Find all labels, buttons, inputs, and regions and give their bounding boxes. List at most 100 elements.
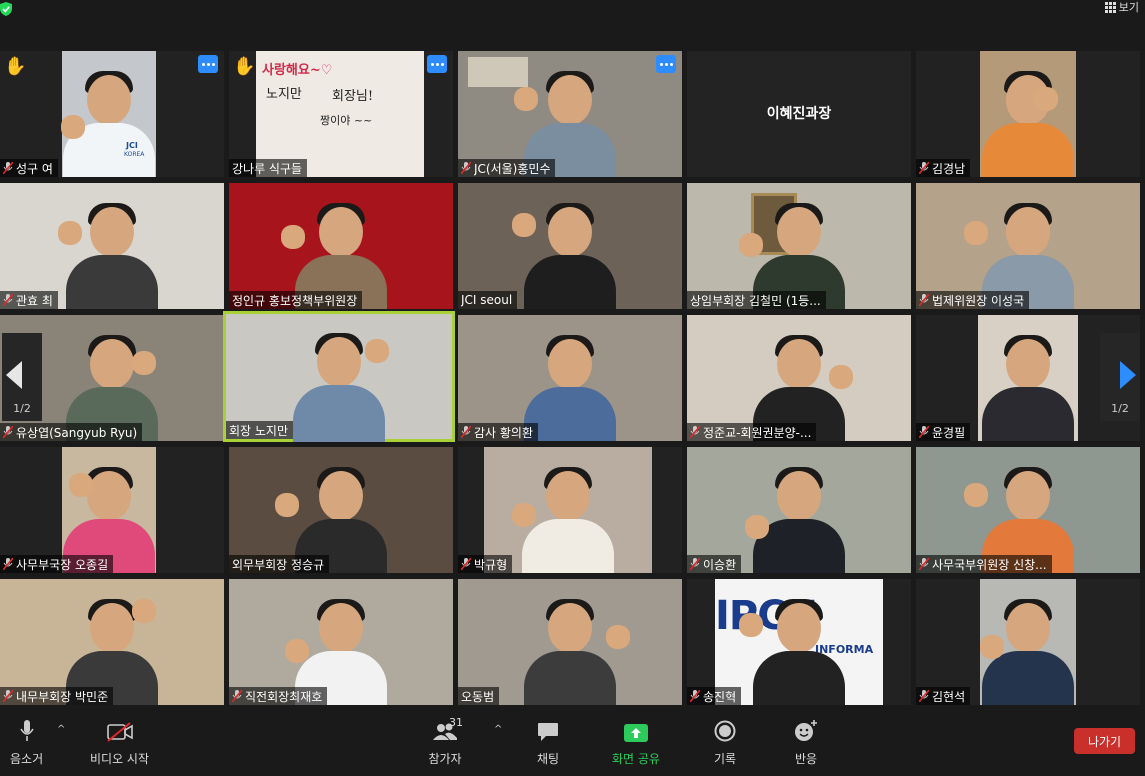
share-screen-button[interactable]: 화면 공유 [612, 718, 660, 767]
participant-name-bar: 박규형 [458, 555, 513, 573]
video-tile-placeholder[interactable]: 이혜진과장 [687, 51, 911, 177]
video-tile-22[interactable]: 오동범 [458, 579, 682, 705]
video-tile-24[interactable]: 김현석 [916, 579, 1140, 705]
participants-options-caret[interactable]: ^ [494, 724, 502, 735]
record-button[interactable]: 기록 [714, 718, 736, 767]
participant-name: 내무부회장 박민준 [16, 689, 109, 704]
participant-name-bar: 유상엽(Sangyub Ryu) [0, 423, 143, 441]
participant-name: 김경남 [932, 161, 966, 176]
raised-hand-icon: ✋ [4, 56, 27, 77]
next-page-button[interactable]: 1/2 [1100, 333, 1140, 421]
video-tile-20[interactable]: 내무부회장 박민준 [0, 579, 224, 705]
video-tile-4[interactable]: 김경남 [916, 51, 1140, 177]
mic-muted-icon [919, 162, 929, 174]
video-tile-16[interactable]: 외무부회장 정승규 [229, 447, 453, 573]
previous-page-button[interactable]: 1/2 [2, 333, 42, 421]
video-tile-21[interactable]: 직전회장최재호 [229, 579, 453, 705]
participant-name-bar: 강나루 식구들 [229, 159, 308, 177]
participant-name-bar: 정준교-회원권분양-... [687, 423, 817, 441]
mute-button[interactable]: 음소거 [10, 718, 43, 767]
participant-name-bar: 김현석 [916, 687, 971, 705]
video-tile-17[interactable]: 박규형 [458, 447, 682, 573]
participant-name: 감사 황의환 [474, 425, 534, 440]
video-tile-active-speaker[interactable]: 회장 노지만 [223, 311, 455, 442]
view-button[interactable]: 보기 [1104, 0, 1139, 14]
video-tile-5[interactable]: 관효 최 [0, 183, 224, 309]
page-indicator-left: 1/2 [13, 402, 31, 415]
top-bar: 보기 [0, 0, 1145, 40]
video-tile-6[interactable]: 정인규 홍보정책부위원장 [229, 183, 453, 309]
mic-muted-icon [690, 558, 700, 570]
participant-name: 정준교-회원권분양-... [703, 425, 812, 440]
participant-name-bar: 외무부회장 정승규 [229, 555, 330, 573]
meeting-toolbar: 음소거 ^ 비디오 시작 31 참가자 ^ 채팅 화면 공유 기록 반응 나가기 [0, 710, 1145, 776]
audio-options-caret[interactable]: ^ [57, 724, 65, 735]
video-tile-3[interactable]: JC(서울)홍민수 [458, 51, 682, 177]
participants-label: 참가자 [428, 752, 462, 766]
video-off-icon [106, 722, 133, 742]
participant-name: 정인규 홍보정책부위원장 [232, 293, 358, 308]
more-options-button[interactable] [427, 55, 447, 73]
video-tile-7[interactable]: JCI seoul [458, 183, 682, 309]
participant-name: 유상엽(Sangyub Ryu) [16, 425, 138, 440]
mic-muted-icon [461, 558, 471, 570]
participant-name-bar: JC(서울)홍민수 [458, 159, 556, 177]
participants-button[interactable]: 31 참가자 [425, 716, 465, 767]
start-video-button[interactable]: 비디오 시작 [90, 718, 149, 767]
korea-logo-text: KOREA [124, 151, 145, 158]
video-tile-15[interactable]: 사무부국장 오종길 [0, 447, 224, 573]
reactions-button[interactable]: 반응 [794, 718, 818, 767]
participant-name-bar: 감사 황의환 [458, 423, 539, 441]
raised-hand-icon: ✋ [233, 56, 256, 77]
handwritten-sign: 사랑해요~♡ 노지만 회장님! 짱이야 ~~ [262, 63, 374, 127]
mic-muted-icon [461, 162, 471, 174]
participant-name-bar: 이승환 [687, 555, 742, 573]
video-tile-9[interactable]: 법제위원장 이성국 [916, 183, 1140, 309]
video-tile-2[interactable]: 사랑해요~♡ 노지만 회장님! 짱이야 ~~ ✋ 강나루 식구들 [229, 51, 453, 177]
start-video-label: 비디오 시작 [90, 752, 150, 766]
more-options-button[interactable] [656, 55, 676, 73]
mic-muted-icon [3, 162, 13, 174]
participant-name: 직전회장최재호 [245, 689, 323, 704]
participant-name: 김현석 [932, 689, 966, 704]
video-tile-1[interactable]: JCI KOREA ✋ 성구 여 [0, 51, 224, 177]
participant-name: 강나루 식구들 [232, 161, 303, 176]
leave-meeting-button[interactable]: 나가기 [1074, 728, 1135, 754]
participant-name-bar: 김경남 [916, 159, 971, 177]
participant-name: 윤경필 [932, 425, 966, 440]
microphone-icon [19, 720, 34, 741]
chevron-right-icon [1120, 361, 1136, 389]
jci-logo-text: JCI [126, 141, 138, 150]
mic-muted-icon [690, 690, 700, 702]
chat-bubble-icon [538, 723, 559, 741]
share-screen-label: 화면 공유 [612, 752, 660, 766]
mic-muted-icon [919, 426, 929, 438]
participant-name: JCI seoul [461, 293, 513, 307]
participant-name: 사무국부위원장 신창... [932, 557, 1047, 572]
participant-name-bar: 오동범 [458, 687, 500, 705]
participant-name-bar: 회장 노지만 [226, 421, 294, 439]
participant-name: 송진혁 [703, 689, 737, 704]
mic-muted-icon [690, 426, 700, 438]
participant-name: 회장 노지만 [229, 423, 289, 438]
participant-name: 관효 최 [16, 293, 53, 308]
chat-button[interactable]: 채팅 [537, 718, 559, 767]
video-tile-19[interactable]: 사무국부위원장 신창... [916, 447, 1140, 573]
participant-name: 이승환 [703, 557, 737, 572]
video-tile-18[interactable]: 이승환 [687, 447, 911, 573]
video-tile-13[interactable]: 정준교-회원권분양-... [687, 315, 911, 441]
participant-name-bar: 법제위원장 이성국 [916, 291, 1030, 309]
participant-name-bar: 관효 최 [0, 291, 58, 309]
share-screen-icon [623, 724, 648, 742]
chat-label: 채팅 [537, 752, 560, 766]
mic-muted-icon [461, 426, 471, 438]
video-tile-12[interactable]: 감사 황의환 [458, 315, 682, 441]
more-options-button[interactable] [198, 55, 218, 73]
participant-name-bar: 사무국부위원장 신창... [916, 555, 1052, 573]
participant-name-bar: JCI seoul [458, 291, 518, 309]
video-tile-23[interactable]: IPCU INFORMA 송진혁 [687, 579, 911, 705]
video-tile-8[interactable]: 상임부회장 김철민 (1등... [687, 183, 911, 309]
security-shield-icon[interactable] [0, 2, 12, 16]
participant-name: 외무부회장 정승규 [232, 557, 325, 572]
reactions-label: 반응 [794, 752, 818, 766]
